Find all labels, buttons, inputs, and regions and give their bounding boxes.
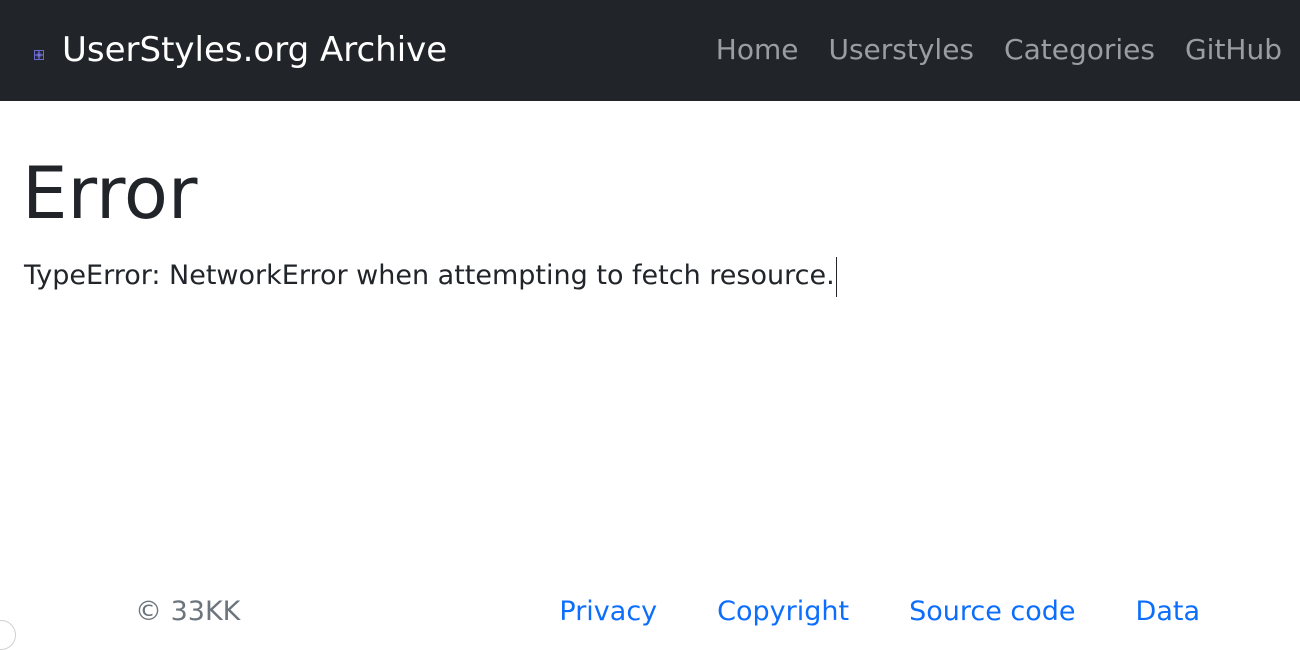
copyright-text: © 33KK <box>135 596 241 627</box>
footer-link-copyright[interactable]: Copyright <box>717 592 849 632</box>
broken-image-icon <box>34 45 44 60</box>
footer-links: Privacy Copyright Source code Data <box>559 592 1200 632</box>
footer: © 33KK Privacy Copyright Source code Dat… <box>0 588 1300 638</box>
footer-link-privacy[interactable]: Privacy <box>559 592 657 632</box>
nav-links: Home Userstyles Categories GitHub <box>716 30 1282 70</box>
nav-link-categories[interactable]: Categories <box>1004 30 1155 70</box>
brand-title: UserStyles.org Archive <box>62 30 448 70</box>
nav-link-home[interactable]: Home <box>716 30 799 70</box>
error-message: TypeError: NetworkError when attempting … <box>24 256 837 297</box>
brand-link[interactable]: UserStyles.org Archive <box>34 27 447 73</box>
page-title: Error <box>22 151 198 235</box>
text-cursor <box>835 256 837 297</box>
error-message-text: TypeError: NetworkError when attempting … <box>24 260 835 291</box>
nav-link-userstyles[interactable]: Userstyles <box>828 30 974 70</box>
footer-link-source-code[interactable]: Source code <box>909 592 1075 632</box>
nav-link-github[interactable]: GitHub <box>1185 30 1282 70</box>
footer-link-data[interactable]: Data <box>1136 592 1200 632</box>
navbar: UserStyles.org Archive Home Userstyles C… <box>0 0 1300 101</box>
